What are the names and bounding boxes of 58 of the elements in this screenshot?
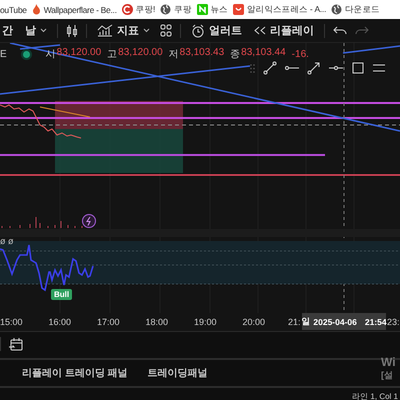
caret-icon bbox=[40, 28, 47, 33]
bull-signal-label: Bull bbox=[51, 289, 72, 300]
flame-icon bbox=[32, 4, 41, 15]
time-axis-label: 18:00 bbox=[146, 317, 168, 327]
indicator-legend: ø ø bbox=[0, 236, 14, 246]
bookmark-link[interactable]: ouTube bbox=[0, 4, 27, 14]
cursor-position: 라인 1, Col 1 bbox=[352, 390, 398, 400]
bookmark-link[interactable]: 쿠팡 bbox=[174, 4, 192, 16]
drag-handle-icon[interactable] bbox=[250, 64, 255, 72]
horizontal-line-icon[interactable] bbox=[329, 65, 343, 71]
trend-line-tool-icon[interactable] bbox=[263, 61, 277, 75]
replay-button[interactable]: 리플레이 bbox=[252, 23, 316, 38]
symbol-label: E bbox=[0, 48, 7, 60]
ohlc-value: 시 83,120.00 bbox=[46, 47, 102, 61]
interval-dropdown[interactable]: 날 bbox=[23, 23, 49, 38]
crosshair-date-label: 일 2025-04-06 21:54 bbox=[302, 313, 386, 330]
lightning-icon[interactable] bbox=[82, 214, 96, 228]
time-axis-label: 16:00 bbox=[48, 317, 72, 327]
time-axis-label: 21: bbox=[288, 317, 301, 327]
time-axis-label: 23: bbox=[387, 317, 400, 327]
ohlc-value: 종83,103.44 bbox=[230, 47, 286, 61]
time-axis-label: 19:00 bbox=[194, 317, 217, 327]
panel-tab[interactable]: 리플레이 트레이딩 패널 bbox=[22, 366, 128, 380]
globe-icon bbox=[160, 4, 172, 15]
c-logo-icon bbox=[122, 4, 133, 15]
change-value: -16. bbox=[292, 48, 309, 60]
redo-icon[interactable] bbox=[355, 26, 369, 36]
grid-icon[interactable] bbox=[160, 24, 172, 37]
caret-icon bbox=[143, 28, 150, 33]
time-axis-label: 20:00 bbox=[242, 317, 266, 327]
calendar-icon[interactable] bbox=[9, 338, 23, 350]
shopping-bag-icon bbox=[232, 4, 244, 15]
bookmark-link[interactable]: 알리익스프레스 - A... bbox=[246, 4, 326, 16]
alarm-clock-icon bbox=[191, 24, 205, 38]
status-dot bbox=[22, 50, 30, 58]
ohlc-value: 고83,120.00 bbox=[107, 47, 163, 61]
rewind-icon bbox=[254, 26, 266, 35]
bookmark-link[interactable]: Wallpaperflare - Be... bbox=[44, 4, 117, 14]
undo-icon[interactable] bbox=[333, 26, 347, 36]
bookmark-link[interactable]: 쿠팡! bbox=[136, 4, 156, 16]
candlestick-icon[interactable] bbox=[66, 24, 78, 38]
ohlc-value: 저 83,103.43 bbox=[168, 47, 224, 61]
rectangle-tool-icon[interactable] bbox=[351, 61, 365, 75]
panel-tab[interactable]: 트레이딩패널 bbox=[148, 366, 208, 380]
globe-icon bbox=[331, 4, 342, 15]
activation-notice-text: [설 bbox=[381, 369, 394, 382]
chart-line-icon bbox=[97, 24, 113, 37]
alert-button[interactable]: 얼러트 bbox=[189, 23, 244, 38]
indicators-button[interactable]: 지표 bbox=[95, 23, 152, 38]
activation-notice-text: Wi bbox=[381, 356, 396, 369]
horizontal-ray-icon[interactable] bbox=[285, 65, 299, 71]
n-logo-icon bbox=[196, 4, 208, 15]
bookmark-link[interactable]: 뉴스 bbox=[210, 4, 228, 16]
arrow-tool-icon[interactable] bbox=[307, 61, 321, 75]
time-axis-label: 17:00 bbox=[97, 317, 120, 327]
bookmark-link[interactable]: 다운로드 bbox=[345, 4, 380, 16]
time-axis-label: 15:00 bbox=[0, 317, 23, 327]
interval-label[interactable]: 간 bbox=[0, 23, 15, 38]
